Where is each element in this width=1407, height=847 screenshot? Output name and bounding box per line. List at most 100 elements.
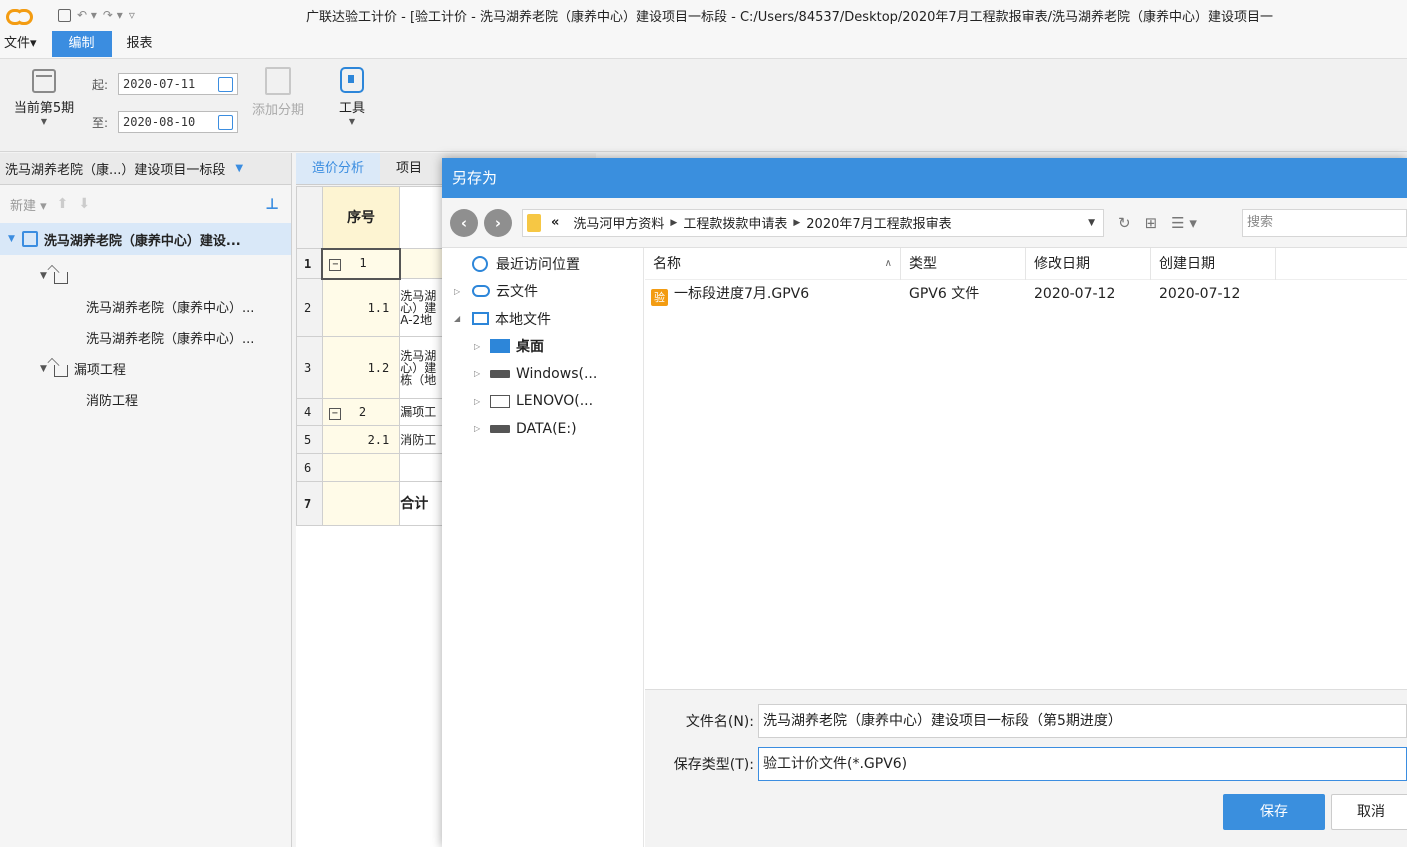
tools-button[interactable]: 工具 ▼ xyxy=(330,67,374,126)
collapse-icon[interactable]: − xyxy=(329,259,342,271)
chevron-down-icon[interactable]: ▼ xyxy=(1088,218,1095,228)
column-header-created[interactable]: 创建日期 xyxy=(1151,247,1276,280)
path-prefix[interactable]: « xyxy=(551,215,559,230)
cancel-button[interactable]: 取消 xyxy=(1331,794,1407,830)
undo-icon[interactable]: ↶ ▾ xyxy=(77,8,97,22)
tree-toolbar: 新建 ▾ ⬆ ⬇ ⊥ xyxy=(0,185,291,223)
nav-local[interactable]: ◢ 本地文件 xyxy=(442,305,643,333)
gpv6-file-icon: 验 xyxy=(651,289,668,306)
file-row[interactable]: 验一标段进度7月.GPV6 GPV6 文件 2020-07-12 2020-07… xyxy=(645,280,1407,308)
new-button[interactable]: 新建 ▾ xyxy=(10,195,47,214)
column-header-name[interactable] xyxy=(399,186,446,249)
nav-drive-data[interactable]: ▷ DATA(E:) xyxy=(442,415,643,443)
grid-cell-name[interactable]: 消防工 xyxy=(399,425,446,454)
grid-cell-seq[interactable]: −2 xyxy=(321,398,401,426)
start-date-input[interactable]: 2020-07-11 xyxy=(118,73,238,95)
row-number[interactable]: 5 xyxy=(296,425,323,454)
tree-node-leak[interactable]: ▼ 漏项工程 xyxy=(0,353,291,384)
expand-icon[interactable]: ▼ xyxy=(8,234,15,244)
collapse-icon[interactable]: − xyxy=(328,407,341,420)
chevron-down-icon: ▼ xyxy=(348,117,356,126)
search-input[interactable]: 搜索 xyxy=(1242,209,1407,237)
expand-icon[interactable]: ▼ xyxy=(40,364,47,374)
row-number[interactable]: 6 xyxy=(296,453,323,482)
column-header-name[interactable]: 名称 ∧ xyxy=(645,247,901,280)
breadcrumb-item[interactable]: 洗马河甲方资料 xyxy=(573,213,664,232)
end-date-input[interactable]: 2020-08-10 xyxy=(118,111,238,133)
grid-cell-name[interactable]: 合计 xyxy=(399,481,446,526)
column-header-type[interactable]: 类型 xyxy=(901,247,1026,280)
nav-drive-windows[interactable]: ▷ Windows(... xyxy=(442,360,643,388)
tab-cost-analysis[interactable]: 造价分析 xyxy=(296,153,381,184)
save-button[interactable]: 保存 xyxy=(1223,794,1325,830)
nav-label: 本地文件 xyxy=(495,311,551,328)
breadcrumb-item[interactable]: 工程款拨款申请表 xyxy=(683,213,787,232)
row-number[interactable]: 7 xyxy=(296,481,323,526)
expand-icon[interactable]: ▷ xyxy=(474,342,490,351)
collapse-icon[interactable]: ◢ xyxy=(454,314,472,323)
pin-icon[interactable]: ⊥ xyxy=(265,195,279,213)
grid-cell-name[interactable] xyxy=(399,248,446,279)
quick-access-toolbar: ↶ ▾ ↷ ▾ ▿ xyxy=(58,8,135,22)
tree-node-label: 洗马湖养老院（康养中心）... xyxy=(86,301,255,316)
file-list: 名称 ∧ 类型 修改日期 创建日期 验一标段进度7月.GPV6 GPV6 文件 2… xyxy=(645,247,1407,308)
view-options-icon[interactable]: ☰ ▾ xyxy=(1171,214,1197,232)
redo-icon[interactable]: ↷ ▾ xyxy=(103,8,123,22)
tree-root-node[interactable]: ▼ 洗马湖养老院（康养中心）建设... xyxy=(0,223,291,255)
expand-icon[interactable]: ▷ xyxy=(474,369,490,378)
forward-button[interactable]: › xyxy=(484,208,512,237)
grid-cell-name[interactable]: 漏项工 xyxy=(399,398,446,426)
nav-drive-lenovo[interactable]: ▷ LENOVO(... xyxy=(442,388,643,416)
tab-project[interactable]: 项目 xyxy=(380,153,438,184)
add-period-button[interactable]: 添加分期 xyxy=(246,67,310,118)
tree-node-unit[interactable]: ▼ xyxy=(0,260,291,291)
row-number[interactable]: 4 xyxy=(296,398,323,426)
move-up-icon[interactable]: ⬆ xyxy=(57,196,69,212)
refresh-icon[interactable]: ↻ xyxy=(1118,214,1131,232)
tree-node-child-2[interactable]: 洗马湖养老院（康养中心）... xyxy=(0,322,291,353)
current-period-button[interactable]: 当前第5期 ▼ xyxy=(6,69,82,126)
grid-cell-name[interactable]: 洗马湖心）建A-2地 xyxy=(399,278,446,337)
row-number[interactable]: 3 xyxy=(296,336,323,399)
date-picker-icon[interactable] xyxy=(218,114,233,130)
tree-node-child-1[interactable]: 洗马湖养老院（康养中心）... xyxy=(0,291,291,322)
nav-recent[interactable]: 最近访问位置 xyxy=(442,250,643,278)
project-selector[interactable]: 洗马湖养老院（康...）建设项目一标段 ▼ xyxy=(0,153,291,185)
house-icon xyxy=(53,364,68,377)
row-number[interactable]: 1 xyxy=(296,248,323,279)
nav-cloud[interactable]: ▷ 云文件 xyxy=(442,278,643,306)
grid-cell-seq[interactable]: 2.1 xyxy=(321,425,401,454)
filename-input[interactable]: 洗马湖养老院（康养中心）建设项目一标段（第5期进度） xyxy=(758,704,1407,738)
breadcrumb-item[interactable]: 2020年7月工程款报审表 xyxy=(806,213,951,232)
filetype-select[interactable]: 验工计价文件(*.GPV6) xyxy=(758,747,1407,781)
column-header-modified[interactable]: 修改日期 xyxy=(1026,247,1151,280)
grid-cell-seq[interactable] xyxy=(321,453,401,482)
save-icon[interactable] xyxy=(58,8,71,22)
grid-cell-name[interactable] xyxy=(399,453,446,482)
menu-report[interactable]: 报表 xyxy=(120,31,160,57)
grid-cell-seq[interactable]: 1.2 xyxy=(321,336,401,399)
back-button[interactable]: ‹ xyxy=(450,208,478,237)
breadcrumb-separator-icon[interactable]: ▶ xyxy=(670,218,677,228)
customize-toolbar-icon[interactable]: ▿ xyxy=(129,8,135,22)
add-period-icon xyxy=(265,67,291,95)
grid-cell-seq[interactable] xyxy=(321,481,401,526)
grid-cell-seq[interactable]: −1 xyxy=(321,247,401,280)
new-folder-icon[interactable]: ⊞ xyxy=(1145,214,1158,232)
menu-edit[interactable]: 编制 xyxy=(51,31,112,57)
tree-node-fire[interactable]: 消防工程 xyxy=(0,384,291,415)
grid-cell-name[interactable]: 洗马湖心）建栋（地 xyxy=(399,336,446,399)
nav-desktop[interactable]: ▷ 桌面 xyxy=(442,333,643,361)
expand-icon[interactable]: ▷ xyxy=(474,397,490,406)
move-down-icon[interactable]: ⬇ xyxy=(78,196,90,212)
column-header-seq[interactable]: 序号 xyxy=(321,186,401,249)
row-number[interactable]: 2 xyxy=(296,278,323,337)
date-picker-icon[interactable] xyxy=(218,76,233,92)
menu-file[interactable]: 文件▾ xyxy=(0,31,44,57)
grid-cell-seq[interactable]: 1.1 xyxy=(321,278,401,337)
expand-icon[interactable]: ▼ xyxy=(40,271,47,281)
breadcrumb-separator-icon[interactable]: ▶ xyxy=(793,218,800,228)
expand-icon[interactable]: ▷ xyxy=(454,287,472,296)
expand-icon[interactable]: ▷ xyxy=(474,424,490,433)
address-bar[interactable]: « 洗马河甲方资料 ▶ 工程款拨款申请表 ▶ 2020年7月工程款报审表 ▼ xyxy=(522,208,1104,237)
